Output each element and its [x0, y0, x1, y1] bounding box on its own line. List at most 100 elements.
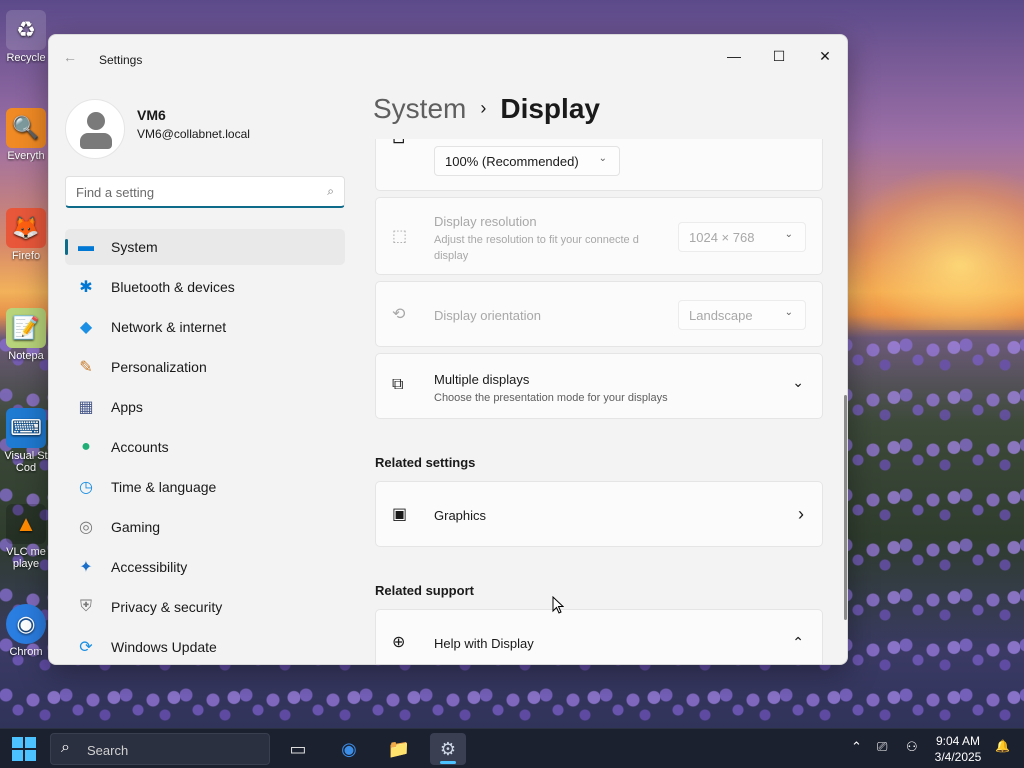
chrome-icon: ◉	[341, 738, 357, 759]
clock-time: 9:04 AM	[935, 734, 981, 748]
orientation-value: Landscape	[689, 307, 753, 323]
taskbar: ⌕ Search ▭ ◉ 📁 ⚙ ⌃ ⎚ ⚇ 9:04 AM 3/4/2025 …	[0, 728, 1024, 768]
desktop-icon-everything[interactable]: 🔍 Everyth	[0, 108, 52, 162]
sidebar-nav: ▬ System ✱ Bluetooth & devices ◆ Network…	[65, 229, 345, 664]
profile-name: VM6	[137, 107, 166, 123]
display-orientation-title: Display orientation	[434, 308, 541, 323]
desktop-icon-label-line2: Cod	[15, 462, 37, 474]
gear-icon: ⚙	[439, 738, 457, 759]
globe-help-icon: ⊕	[392, 634, 406, 651]
graphics-card[interactable]: ▣ Graphics ›	[375, 481, 823, 547]
chevron-down-icon: ⌄	[784, 229, 793, 240]
orientation-dropdown[interactable]: Landscape ⌄	[678, 300, 806, 330]
desktop-icon-notepad[interactable]: 📝 Notepa	[0, 308, 52, 362]
sidebar-item-accounts[interactable]: ● Accounts	[65, 429, 345, 465]
everything-icon: 🔍	[6, 108, 46, 148]
profile-email: VM6@collabnet.local	[137, 127, 250, 141]
desktop-icon-recycle-bin[interactable]: ♻ Recycle	[0, 10, 52, 64]
sidebar-item-windows-update[interactable]: ⟳ Windows Update	[65, 629, 345, 664]
notification-bell-icon[interactable]: 🔔	[995, 739, 1010, 753]
minimize-button[interactable]: —	[711, 41, 757, 71]
sidebar-item-label: Bluetooth & devices	[111, 279, 235, 295]
sidebar-item-label: Privacy & security	[111, 599, 223, 615]
search-icon: ⌕	[61, 739, 70, 756]
notepad-icon: 📝	[6, 308, 46, 348]
desktop-icon-chrome[interactable]: ◉ Chrom	[0, 604, 52, 658]
taskbar-chrome-button[interactable]: ◉	[331, 733, 367, 765]
sidebar-item-apps[interactable]: ▦ Apps	[65, 389, 345, 425]
accessibility-tray-icon[interactable]: ⚇	[906, 739, 918, 755]
scrollbar[interactable]	[844, 395, 847, 620]
avatar	[65, 99, 125, 159]
display-orientation-card: ⟲ Display orientation Landscape ⌄	[375, 281, 823, 347]
accessibility-icon: ✦	[79, 559, 93, 576]
sidebar-item-label: System	[111, 239, 158, 255]
multiple-displays-card[interactable]: ⧉ Multiple displays Choose the presentat…	[375, 353, 823, 419]
taskbar-clock[interactable]: 9:04 AM 3/4/2025	[925, 733, 991, 765]
wifi-icon: ◆	[79, 319, 93, 336]
desktop-icon-label: Chrom	[9, 646, 43, 658]
related-support-heading: Related support	[375, 583, 474, 598]
vscode-icon: ⌨	[6, 408, 46, 448]
orientation-icon: ⟲	[392, 306, 406, 323]
show-hidden-icons-chevron-icon[interactable]: ⌃	[851, 739, 862, 755]
help-with-display-card[interactable]: ⊕ Help with Display ⌃	[375, 609, 823, 664]
breadcrumb: System › Display	[373, 93, 600, 125]
sidebar-item-label: Gaming	[111, 519, 161, 535]
gamepad-icon: ◎	[79, 519, 93, 536]
scale-card: ⊡ 100% (Recommended) ⌄	[375, 139, 823, 191]
desktop-icon-vscode[interactable]: ⌨ Visual St Cod	[0, 408, 52, 474]
wallpaper-sun	[840, 170, 1024, 330]
chevron-down-icon[interactable]: ⌄	[792, 374, 804, 391]
taskbar-settings-button[interactable]: ⚙	[430, 733, 466, 765]
related-settings-heading: Related settings	[375, 455, 476, 470]
apps-icon: ▦	[78, 399, 94, 416]
breadcrumb-separator-icon: ›	[480, 98, 487, 118]
desktop-icon-label: Notepa	[8, 350, 44, 362]
desktop-icon-label-line2: playe	[12, 558, 40, 570]
close-button[interactable]: ✕	[802, 41, 847, 71]
display-resolution-card: ⬚ Display resolution Adjust the resoluti…	[375, 197, 823, 275]
sidebar-item-personalization[interactable]: ✎ Personalization	[65, 349, 345, 385]
sidebar-item-bluetooth[interactable]: ✱ Bluetooth & devices	[65, 269, 345, 305]
start-button[interactable]	[12, 737, 36, 761]
globe-clock-icon: ◷	[79, 479, 93, 496]
sidebar-item-label: Windows Update	[111, 639, 217, 655]
graphics-title: Graphics	[434, 508, 487, 523]
scale-value: 100% (Recommended)	[445, 153, 579, 169]
scale-dropdown[interactable]: 100% (Recommended) ⌄	[434, 146, 620, 176]
mouse-cursor-icon	[552, 596, 564, 614]
chevron-down-icon: ⌄	[598, 153, 607, 164]
back-arrow-icon[interactable]: ←	[63, 49, 77, 65]
chevron-up-icon[interactable]: ⌃	[792, 634, 804, 651]
sidebar-item-accessibility[interactable]: ✦ Accessibility	[65, 549, 345, 585]
taskbar-search-input[interactable]: ⌕ Search	[50, 733, 270, 765]
resolution-icon: ⬚	[392, 228, 408, 245]
windows-logo-tile	[12, 750, 23, 761]
title-bar: ← Settings — ☐ ✕	[49, 35, 847, 79]
taskbar-file-explorer-button[interactable]: 📁	[381, 733, 417, 765]
sidebar-item-privacy-security[interactable]: ⛨ Privacy & security	[65, 589, 345, 625]
sidebar-item-gaming[interactable]: ◎ Gaming	[65, 509, 345, 545]
windows-logo-tile	[25, 750, 36, 761]
desktop-icon-firefox[interactable]: 🦊 Firefo	[0, 208, 52, 262]
resolution-value: 1024 × 768	[689, 229, 755, 245]
search-input[interactable]: Find a setting ⌕	[65, 176, 345, 208]
sidebar-item-label: Time & language	[111, 479, 217, 495]
shield-icon: ⛨	[79, 598, 92, 615]
sidebar-item-network[interactable]: ◆ Network & internet	[65, 309, 345, 345]
sidebar-item-system[interactable]: ▬ System	[65, 229, 345, 265]
network-icon[interactable]: ⎚	[877, 739, 887, 755]
settings-window: ← Settings — ☐ ✕ VM6 VM6@collabnet.local…	[48, 34, 848, 665]
vlc-icon: ▲	[6, 504, 46, 544]
desktop-icon-vlc[interactable]: ▲ VLC me playe	[0, 504, 52, 570]
task-view-button[interactable]: ▭	[280, 733, 316, 765]
clock-date: 3/4/2025	[934, 750, 982, 764]
resolution-dropdown[interactable]: 1024 × 768 ⌄	[678, 222, 806, 252]
breadcrumb-parent[interactable]: System	[373, 93, 466, 124]
recycle-bin-icon: ♻	[6, 10, 46, 50]
person-icon: ●	[81, 438, 91, 455]
maximize-button[interactable]: ☐	[756, 41, 802, 71]
sidebar-item-time-language[interactable]: ◷ Time & language	[65, 469, 345, 505]
multiple-displays-title: Multiple displays	[434, 372, 530, 387]
